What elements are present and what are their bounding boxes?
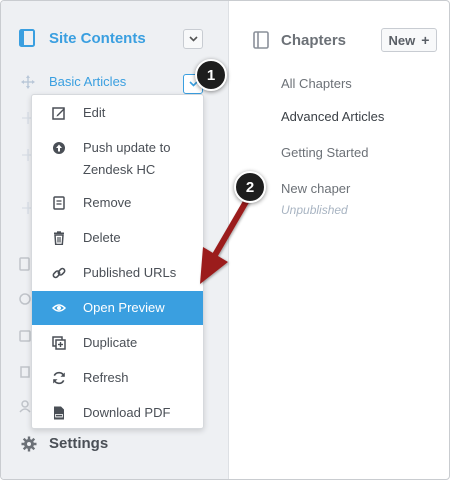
menu-item-label: Edit (83, 105, 106, 120)
duplicate-icon (52, 336, 66, 350)
menu-item-label: Download PDF (83, 405, 171, 420)
eye-icon (52, 304, 66, 312)
sidebar-header: Site Contents (19, 29, 146, 47)
chapter-status: Unpublished (281, 203, 348, 217)
sidebar-item-basic-articles[interactable]: Basic Articles (21, 74, 126, 89)
book-icon (253, 31, 269, 49)
menu-item-duplicate[interactable]: Duplicate (32, 332, 203, 354)
menu-item-open-preview[interactable]: Open Preview (32, 291, 203, 325)
menu-item-push-update[interactable]: Push update to Zendesk HC (32, 137, 203, 181)
pdf-icon (54, 406, 64, 420)
menu-item-label: Refresh (83, 370, 129, 385)
chapter-link-getting-started[interactable]: Getting Started (281, 145, 368, 160)
chapter-link-advanced[interactable]: Advanced Articles (281, 109, 384, 124)
menu-item-refresh[interactable]: Refresh (32, 367, 203, 389)
user-icon (19, 400, 31, 413)
drag-handle-icon[interactable] (21, 74, 35, 89)
app-window: Site Contents Basic Articles Settings Ch… (0, 0, 450, 480)
menu-item-label: Published URLs (83, 265, 177, 280)
new-button-label: New (388, 32, 416, 48)
chapters-header: Chapters (253, 31, 346, 49)
menu-item-label: Duplicate (83, 335, 138, 350)
refresh-icon (53, 371, 65, 385)
menu-item-download-pdf[interactable]: Download PDF (32, 402, 203, 424)
new-chapter-button[interactable]: New + (381, 28, 437, 52)
chevron-down-icon (188, 36, 198, 42)
menu-item-label: Push update to Zendesk HC (83, 140, 171, 177)
menu-item-published-urls[interactable]: Published URLs (32, 262, 203, 284)
link-icon (52, 267, 66, 279)
menu-item-label: Delete (83, 230, 121, 245)
sidebar-title: Site Contents (49, 29, 146, 47)
book-icon (19, 29, 35, 47)
sidebar-collapse-button[interactable] (183, 29, 203, 49)
menu-item-label: Remove (83, 195, 132, 210)
sidebar-item-label[interactable]: Basic Articles (49, 74, 126, 89)
plus-icon: + (421, 32, 430, 48)
menu-item-delete[interactable]: Delete (32, 227, 203, 249)
item-options-menu: Edit Push update to Zendesk HC Remove De… (31, 94, 204, 429)
chapters-title: Chapters (281, 31, 347, 49)
menu-item-remove[interactable]: Remove (32, 192, 203, 214)
settings-link[interactable]: Settings (21, 435, 108, 452)
chapter-link-all[interactable]: All Chapters (281, 76, 352, 91)
circle-icon (19, 293, 31, 305)
settings-label[interactable]: Settings (49, 435, 108, 452)
remove-icon (53, 196, 65, 210)
trash-icon (20, 366, 30, 378)
edit-icon (52, 107, 65, 120)
menu-item-label: Open Preview (83, 300, 165, 315)
check-icon (19, 330, 31, 342)
copy-icon (19, 257, 30, 271)
gear-icon (21, 436, 37, 451)
chapter-link-new[interactable]: New chaper (281, 181, 350, 196)
trash-icon (54, 231, 64, 245)
upload-icon (53, 142, 65, 154)
step-badge-2: 2 (234, 171, 266, 203)
menu-item-edit[interactable]: Edit (32, 102, 203, 124)
step-badge-1: 1 (195, 59, 227, 91)
